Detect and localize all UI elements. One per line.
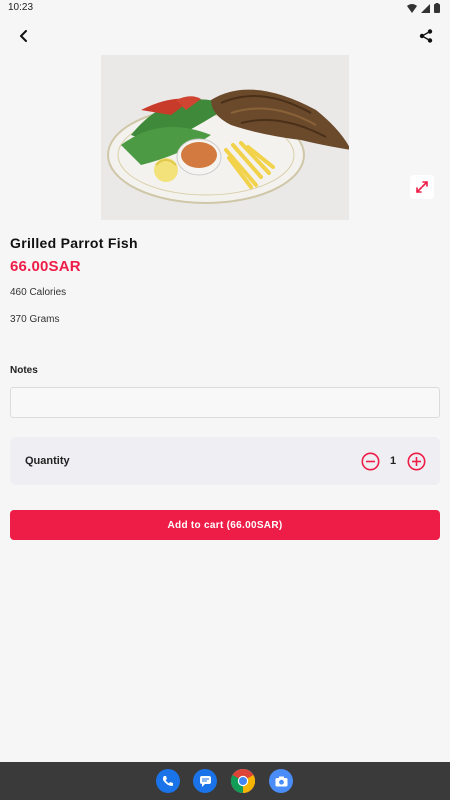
status-bar: 10:23	[0, 0, 450, 16]
chrome-icon	[231, 769, 255, 793]
system-dock	[0, 762, 450, 800]
phone-app-button[interactable]	[156, 769, 180, 793]
minus-circle-icon[interactable]	[361, 452, 380, 471]
camera-icon	[275, 776, 287, 786]
product-price: 66.00SAR	[10, 258, 81, 275]
messages-app-button[interactable]	[193, 769, 217, 793]
share-button[interactable]	[414, 24, 438, 48]
messages-icon	[199, 776, 211, 787]
phone-icon	[163, 776, 173, 786]
product-image[interactable]	[101, 55, 349, 220]
quantity-label: Quantity	[25, 455, 70, 467]
app-bar	[0, 16, 450, 54]
wifi-icon	[407, 3, 417, 13]
notes-label: Notes	[10, 365, 38, 376]
signal-icon	[421, 3, 430, 13]
expand-image-button[interactable]	[410, 175, 434, 199]
camera-app-button[interactable]	[269, 769, 293, 793]
product-calories: 460 Calories	[10, 287, 67, 298]
product-name: Grilled Parrot Fish	[10, 235, 138, 251]
chrome-app-button[interactable]	[231, 769, 255, 793]
share-icon	[419, 29, 433, 43]
quantity-card: Quantity 1	[10, 437, 440, 485]
expand-icon	[416, 181, 428, 193]
grilled-fish-photo	[101, 55, 349, 220]
quantity-value: 1	[389, 455, 397, 467]
back-arrow-icon	[20, 30, 27, 42]
plus-circle-icon[interactable]	[407, 452, 426, 471]
add-to-cart-button[interactable]: Add to cart (66.00SAR)	[10, 510, 440, 540]
status-icons	[407, 3, 440, 13]
back-button[interactable]	[12, 24, 36, 48]
product-weight: 370 Grams	[10, 314, 60, 325]
battery-icon	[434, 3, 440, 13]
notes-input[interactable]	[10, 387, 440, 418]
status-time: 10:23	[8, 2, 34, 13]
